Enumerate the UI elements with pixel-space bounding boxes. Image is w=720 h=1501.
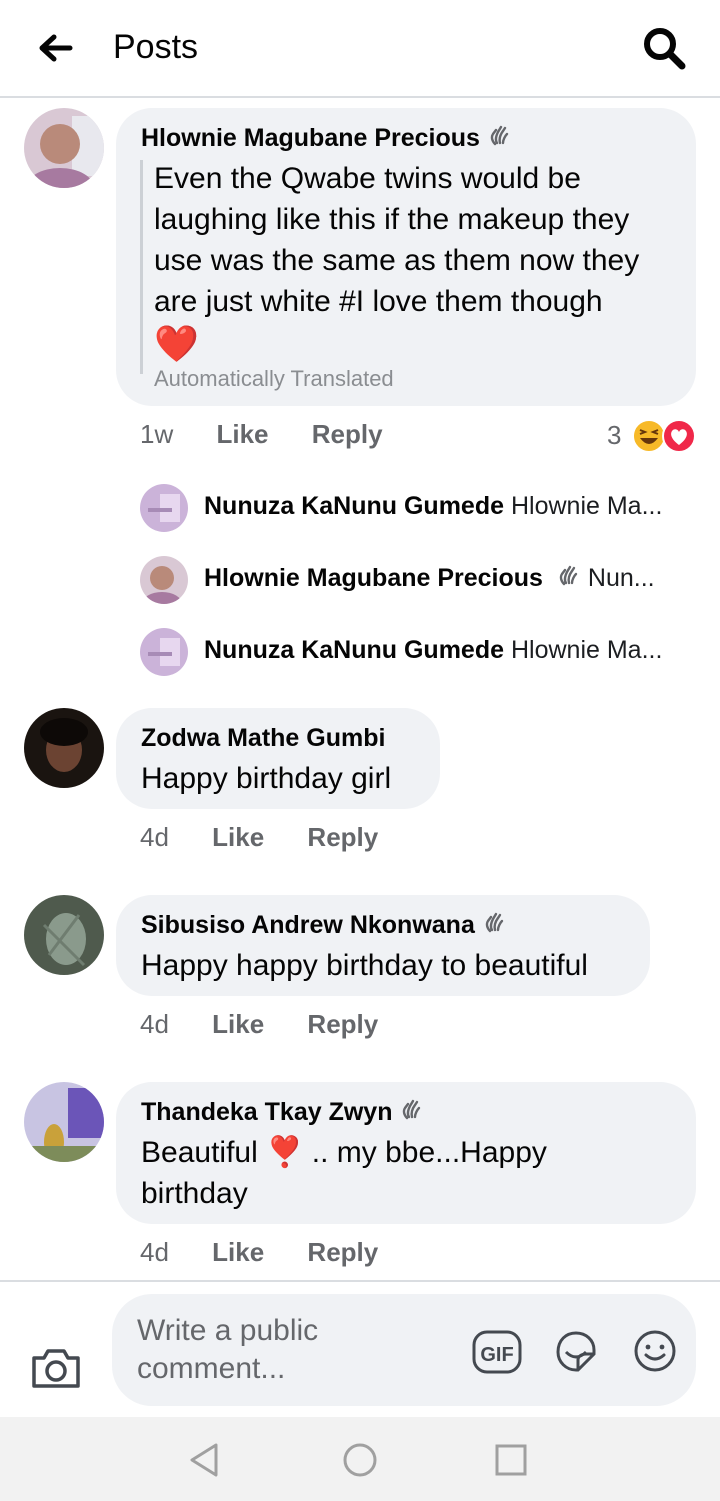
sticker-icon[interactable] <box>552 1328 600 1381</box>
comment-text: Beautiful ❣️ .. my bbe...Happy birthday <box>141 1136 547 1210</box>
camera-icon[interactable] <box>30 1346 82 1395</box>
emoji-icon[interactable] <box>632 1328 678 1379</box>
comment-time[interactable]: 4d <box>140 1009 169 1039</box>
system-nav-bar <box>0 1417 720 1501</box>
like-button[interactable]: Like <box>216 419 268 449</box>
comment-author[interactable]: Sibusiso Andrew Nkonwana <box>141 911 507 942</box>
comment-actions: 4d Like Reply <box>140 1237 378 1268</box>
reply-item[interactable]: Hlownie Magubane Precious Nun... <box>140 556 700 604</box>
search-icon[interactable] <box>640 24 688 72</box>
reply-summary: Nunuza KaNunu Gumede Hlownie Ma... <box>204 636 662 665</box>
nav-recents-icon[interactable] <box>494 1443 528 1482</box>
comment-bubble[interactable]: Zodwa Mathe Gumbi Happy birthday girl <box>116 708 440 809</box>
reply-button[interactable]: Reply <box>307 1237 378 1267</box>
comment-composer: Write a public comment... GIF <box>0 1280 720 1416</box>
comment-actions: 4d Like Reply <box>140 1009 378 1040</box>
reply-author: Nunuza KaNunu Gumede <box>204 636 505 664</box>
reply-item[interactable]: Nunuza KaNunu Gumede Hlownie Ma... <box>140 628 700 676</box>
svg-text:GIF: GIF <box>480 1344 513 1366</box>
comment-author[interactable]: Zodwa Mathe Gumbi <box>141 724 385 753</box>
wave-hand-icon <box>557 564 581 595</box>
nav-home-icon[interactable] <box>341 1441 379 1484</box>
comment-bubble[interactable]: Thandeka Tkay Zwyn Beautiful ❣️ .. my bb… <box>116 1082 696 1224</box>
reply-preview: Hlownie Ma... <box>510 636 663 664</box>
comment-bubble[interactable]: Hlownie Magubane Precious Even the Qwabe… <box>116 108 696 406</box>
heart-exclamation-emoji: ❣️ <box>266 1136 304 1169</box>
heart-emoji: ❤️ <box>154 323 199 364</box>
avatar[interactable] <box>24 1082 104 1162</box>
page-title: Posts <box>113 28 199 66</box>
reply-button[interactable]: Reply <box>312 419 383 449</box>
reply-summary: Nunuza KaNunu Gumede Hlownie Ma... <box>204 492 662 521</box>
reply-author: Nunuza KaNunu Gumede <box>204 492 505 520</box>
reply-preview: Hlownie Ma... <box>510 492 663 520</box>
comment-time[interactable]: 1w <box>140 419 173 449</box>
reply-button[interactable]: Reply <box>307 822 378 852</box>
wave-hand-icon <box>488 124 512 155</box>
avatar[interactable] <box>140 556 188 604</box>
reply-author: Hlownie Magubane Precious <box>204 564 543 592</box>
back-arrow-icon[interactable] <box>36 28 76 68</box>
reply-preview: Nun... <box>587 564 655 592</box>
reply-item[interactable]: Nunuza KaNunu Gumede Hlownie Ma... <box>140 484 700 532</box>
reaction-count: 3 <box>607 420 622 450</box>
comment-text: Happy birthday girl <box>141 762 392 795</box>
top-bar: Posts <box>0 0 720 98</box>
comment-time[interactable]: 4d <box>140 822 169 852</box>
love-reaction-icon <box>661 418 697 459</box>
reaction-summary[interactable]: 3 <box>607 418 699 454</box>
comment-placeholder[interactable]: Write a public comment... <box>137 1312 377 1388</box>
comment-input[interactable]: Write a public comment... GIF <box>112 1294 696 1406</box>
comment-bubble[interactable]: Sibusiso Andrew Nkonwana Happy happy bir… <box>116 895 650 996</box>
avatar[interactable] <box>24 108 104 188</box>
wave-hand-icon <box>483 911 507 942</box>
avatar[interactable] <box>24 895 104 975</box>
avatar[interactable] <box>24 708 104 788</box>
comment-text: Happy happy birthday to beautiful <box>141 949 588 982</box>
reply-button[interactable]: Reply <box>307 1009 378 1039</box>
gif-icon[interactable]: GIF <box>472 1330 522 1379</box>
nav-back-icon[interactable] <box>186 1441 222 1484</box>
wave-hand-icon <box>400 1098 424 1129</box>
like-button[interactable]: Like <box>212 1237 264 1267</box>
like-button[interactable]: Like <box>212 822 264 852</box>
avatar[interactable] <box>140 628 188 676</box>
avatar[interactable] <box>140 484 188 532</box>
comment-author[interactable]: Thandeka Tkay Zwyn <box>141 1098 424 1129</box>
comment-author[interactable]: Hlownie Magubane Precious <box>141 124 512 155</box>
comment-actions: 1w Like Reply <box>140 419 383 450</box>
reply-summary: Hlownie Magubane Precious Nun... <box>204 564 655 595</box>
comment-text: Even the Qwabe twins would be laughing l… <box>154 162 640 318</box>
like-button[interactable]: Like <box>212 1009 264 1039</box>
comment-actions: 4d Like Reply <box>140 822 378 853</box>
comment-time[interactable]: 4d <box>140 1237 169 1267</box>
quote-bar <box>140 160 143 374</box>
translation-label[interactable]: Automatically Translated <box>154 366 394 392</box>
